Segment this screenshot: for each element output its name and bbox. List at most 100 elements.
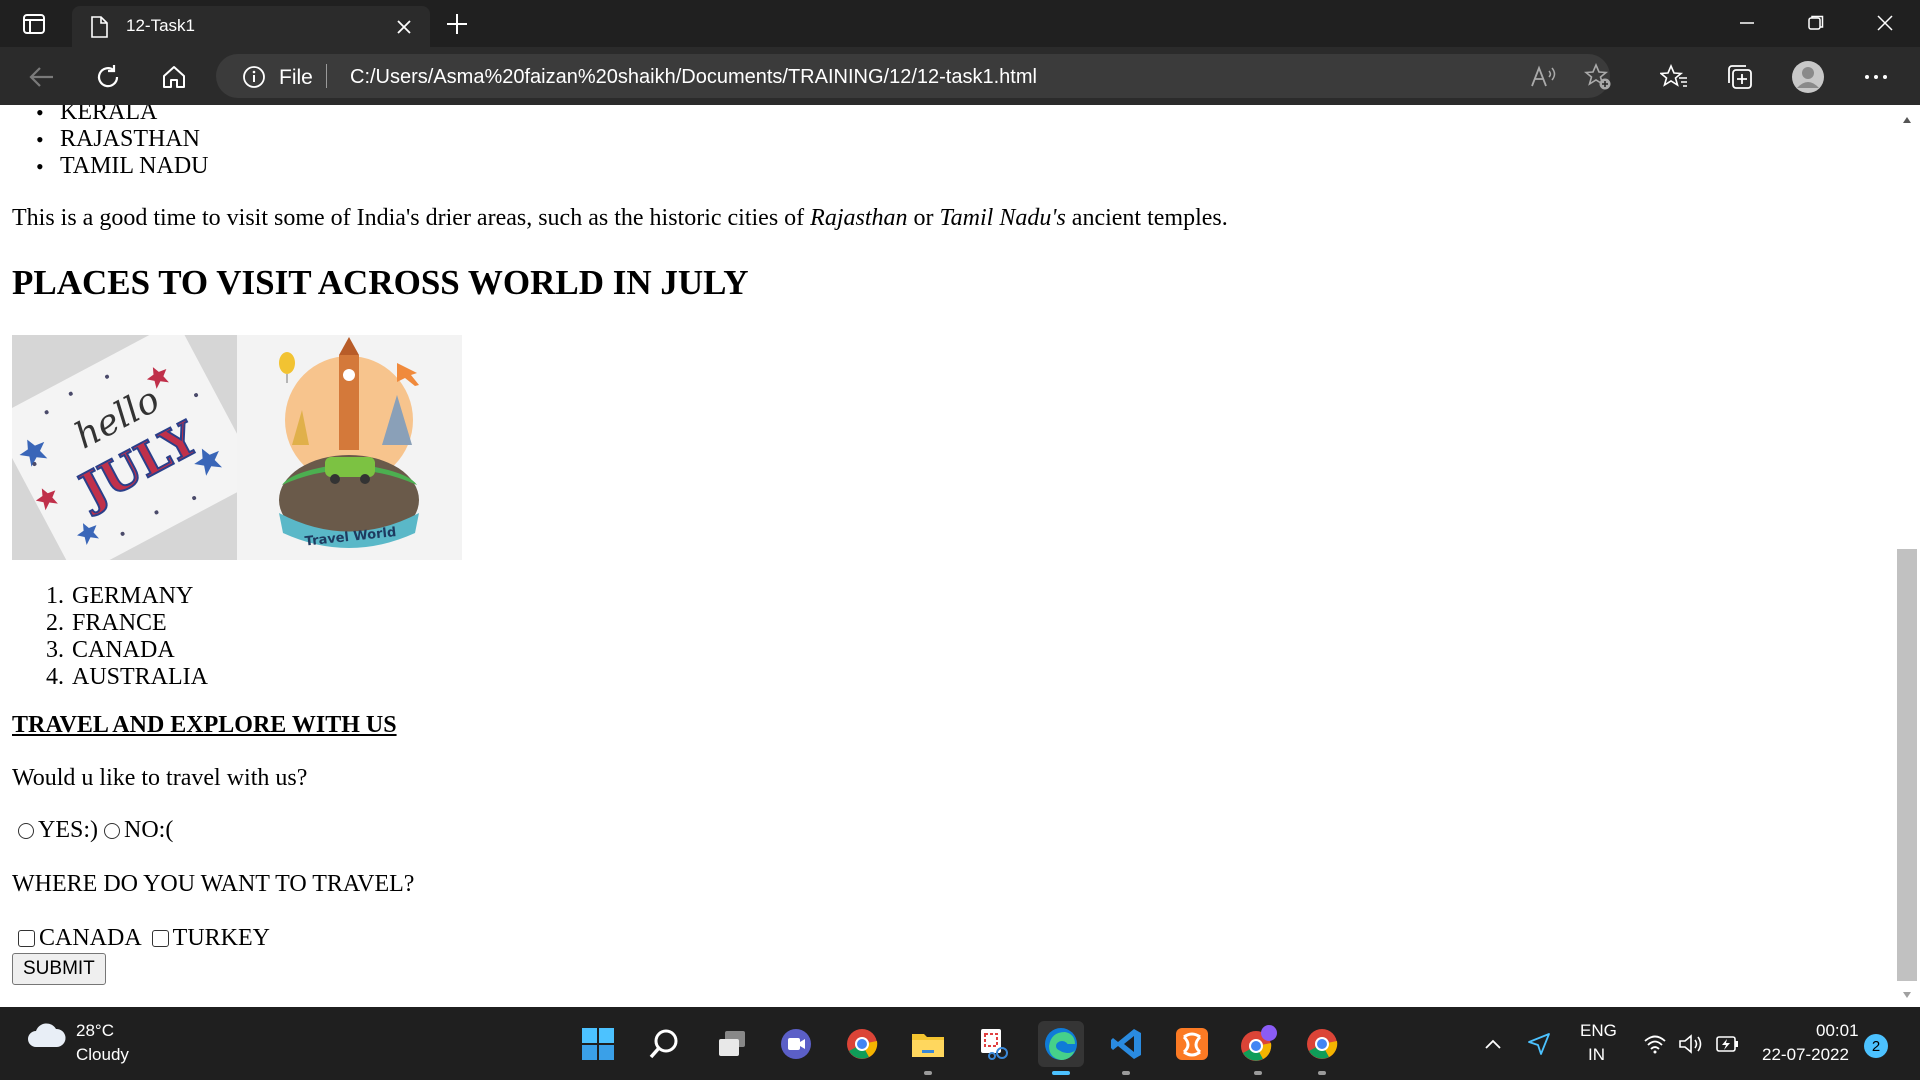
favorites-icon[interactable]: [1656, 59, 1692, 95]
turkey-checkbox[interactable]: [151, 930, 169, 947]
country-name: CANADA: [72, 637, 175, 663]
emphasis-tamil-nadu: Tamil Nadu's: [939, 205, 1066, 231]
list-item: 3. CANADA: [46, 637, 208, 664]
address-bar[interactable]: File: [216, 54, 1610, 98]
paragraph-text: ancient temples.: [1065, 205, 1228, 231]
list-number: 3.: [46, 637, 64, 663]
url-scheme-label: File: [279, 66, 313, 89]
travel-question-text: Would u like to travel with us?: [12, 765, 308, 791]
task-view-icon[interactable]: [712, 1024, 752, 1064]
page-heading: PLACES TO VISIT ACROSS WORLD IN JULY: [12, 263, 749, 302]
windows-taskbar: 28°C Cloudy ENG IN 00:01 22-07-2022: [0, 1007, 1920, 1080]
states-list: KERALA RAJASTHAN TAMIL NADU: [36, 105, 209, 180]
refresh-icon[interactable]: [90, 59, 126, 95]
notification-badge[interactable]: 2: [1864, 1034, 1888, 1058]
running-indicator: [1122, 1071, 1130, 1075]
new-tab-icon[interactable]: [442, 9, 472, 39]
running-indicator: [1318, 1071, 1326, 1075]
hello-july-image: hello JULY: [12, 335, 237, 560]
country-name: FRANCE: [72, 610, 167, 636]
paragraph-text: or: [907, 205, 940, 231]
scroll-down-icon[interactable]: [1898, 986, 1916, 1004]
address-divider: [326, 64, 327, 88]
volume-icon[interactable]: [1676, 1024, 1706, 1064]
list-item: TAMIL NADU: [36, 153, 208, 180]
list-item: 2. FRANCE: [46, 610, 208, 637]
cloud-icon: [26, 1021, 66, 1056]
snipping-tool-icon[interactable]: [974, 1024, 1014, 1064]
destination-checkbox-group: CANADA TURKEY: [18, 925, 270, 952]
yes-radio[interactable]: [18, 822, 34, 839]
temperature-text: 28°C: [76, 1021, 114, 1040]
running-indicator: [1254, 1071, 1262, 1075]
emphasis-rajasthan: Rajasthan: [810, 205, 908, 231]
close-tab-icon[interactable]: [392, 15, 416, 39]
travel-radio-group: YES:) NO:(: [18, 817, 173, 844]
travel-world-image: Travel World: [237, 335, 462, 560]
list-item: 1. GERMANY: [46, 583, 208, 610]
teams-chat-icon[interactable]: [776, 1024, 816, 1064]
chrome-second-icon[interactable]: [1302, 1024, 1342, 1064]
battery-icon[interactable]: [1712, 1024, 1742, 1064]
search-icon[interactable]: [644, 1024, 684, 1064]
canada-checkbox[interactable]: [18, 930, 35, 947]
page-icon: [90, 16, 108, 43]
xampp-icon[interactable]: [1172, 1024, 1212, 1064]
country-name: AUSTRALIA: [72, 664, 208, 690]
scroll-up-icon[interactable]: [1898, 111, 1916, 129]
no-radio[interactable]: [104, 822, 120, 839]
collections-icon[interactable]: [1722, 59, 1758, 95]
back-icon[interactable]: [24, 59, 60, 95]
browser-tab-bar: 12-Task1: [0, 0, 1920, 47]
active-indicator: [1052, 1071, 1070, 1075]
canada-checkbox-label: CANADA: [39, 925, 142, 951]
travel-section-title: TRAVEL AND EXPLORE WITH US: [12, 712, 397, 738]
weather-widget[interactable]: 28°C Cloudy: [26, 1021, 129, 1064]
chrome-profile-icon[interactable]: [1238, 1024, 1278, 1064]
location-icon[interactable]: [1524, 1024, 1554, 1064]
language-code[interactable]: ENG: [1580, 1021, 1617, 1041]
paragraph-text: This is a good time to visit some of Ind…: [12, 205, 811, 231]
running-indicator: [924, 1071, 932, 1075]
region-code: IN: [1588, 1045, 1605, 1064]
list-item: RAJASTHAN: [36, 126, 209, 153]
chevron-up-icon[interactable]: [1480, 1024, 1506, 1064]
start-icon[interactable]: [578, 1024, 618, 1064]
add-favorite-icon[interactable]: [1580, 59, 1616, 95]
page-viewport: KERALA RAJASTHAN TAMIL NADU This is a go…: [0, 105, 1896, 1007]
browser-toolbar: File: [0, 47, 1920, 105]
tab-actions-icon[interactable]: [18, 10, 50, 38]
scrollbar-thumb[interactable]: [1897, 549, 1917, 981]
countries-list: 1. GERMANY 2. FRANCE 3. CANADA 4. AUSTRALIA: [46, 583, 208, 691]
home-icon[interactable]: [156, 59, 192, 95]
submit-button[interactable]: SUBMIT: [12, 953, 106, 985]
weather-condition-text: Cloudy: [76, 1045, 129, 1064]
edge-icon[interactable]: [1038, 1021, 1084, 1067]
list-item: 4. AUSTRALIA: [46, 664, 208, 691]
minimize-icon[interactable]: [1724, 8, 1770, 38]
clock-date: 22-07-2022: [1762, 1045, 1849, 1064]
restore-icon[interactable]: [1793, 8, 1839, 38]
list-number: 1.: [46, 583, 64, 609]
more-options-icon[interactable]: [1858, 59, 1894, 95]
list-number: 4.: [46, 664, 64, 690]
file-explorer-icon[interactable]: [908, 1024, 948, 1064]
intro-paragraph: This is a good time to visit some of Ind…: [12, 205, 1228, 232]
no-radio-label: NO:(: [124, 817, 174, 843]
list-number: 2.: [46, 610, 64, 636]
chrome-icon[interactable]: [842, 1024, 882, 1064]
tab-title: 12-Task1: [126, 16, 195, 35]
destination-question-text: WHERE DO YOU WANT TO TRAVEL?: [12, 871, 415, 897]
turkey-checkbox-label: TURKEY: [172, 925, 270, 951]
read-aloud-icon[interactable]: [1526, 59, 1562, 95]
clock-time[interactable]: 00:01: [1816, 1021, 1859, 1041]
yes-radio-label: YES:): [38, 817, 98, 843]
profile-avatar[interactable]: [1790, 59, 1826, 95]
country-name: GERMANY: [72, 583, 194, 609]
site-info-icon[interactable]: [242, 65, 266, 94]
close-window-icon[interactable]: [1862, 8, 1908, 38]
active-tab[interactable]: 12-Task1: [72, 6, 430, 47]
vscode-icon[interactable]: [1106, 1024, 1146, 1064]
wifi-icon[interactable]: [1640, 1024, 1670, 1064]
url-input[interactable]: [348, 62, 1452, 92]
